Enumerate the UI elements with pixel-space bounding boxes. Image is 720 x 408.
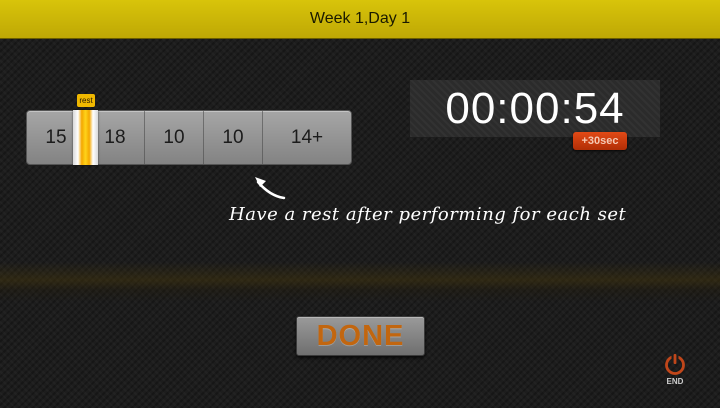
timer-value: 00:00:54 [445, 83, 625, 133]
divider-glow [0, 262, 720, 302]
add-30-seconds-button[interactable]: +30sec [573, 132, 627, 150]
hint-text: Have a rest after performing for each se… [229, 204, 627, 225]
end-button[interactable]: END [658, 352, 692, 388]
set-cell: 10 [204, 111, 263, 164]
done-button[interactable]: DONE [296, 316, 425, 356]
power-icon [665, 353, 685, 375]
curved-arrow-icon [255, 177, 286, 200]
set-cell: 14+ [290, 126, 324, 148]
rest-marker [73, 110, 98, 165]
done-label: DONE [316, 319, 405, 352]
end-label: END [666, 377, 684, 386]
page-title: Week 1,Day 1 [309, 10, 411, 27]
rest-tab: rest [77, 94, 95, 107]
title-bar: Week 1,Day 1 [0, 0, 720, 39]
set-cell: 10 [145, 111, 204, 164]
timer-display: 00:00:54 [410, 80, 660, 137]
